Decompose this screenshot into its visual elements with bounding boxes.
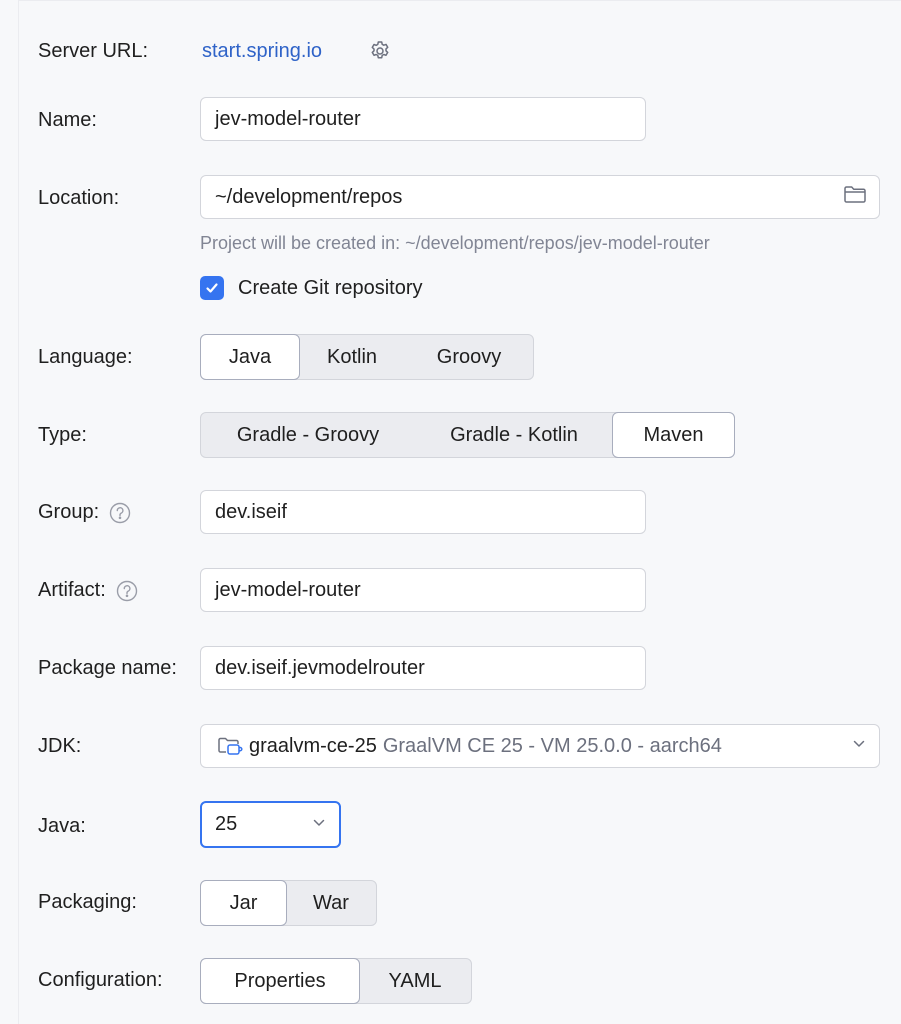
language-option-groovy[interactable]: Groovy [405,335,533,379]
packaging-segmented-control: Jar War [200,880,377,926]
group-label-row: Group: [38,500,131,524]
server-url-link[interactable]: start.spring.io [202,39,322,63]
configuration-label: Configuration: [38,969,163,991]
location-field[interactable]: ~/development/repos [200,175,880,219]
type-option-maven[interactable]: Maven [612,412,735,458]
jdk-name: graalvm-ce-25 [249,734,377,757]
language-option-kotlin[interactable]: Kotlin [299,335,405,379]
packaging-option-jar[interactable]: Jar [200,880,287,926]
packaging-label: Packaging: [38,891,137,913]
group-label: Group: [38,501,100,523]
help-icon[interactable] [116,580,137,602]
type-option-gradle-groovy[interactable]: Gradle - Groovy [201,413,415,457]
location-label: Location: [38,187,120,209]
checkmark-icon [206,283,218,293]
chevron-down-icon [851,735,867,758]
artifact-label: Artifact: [38,579,106,601]
group-value: dev.iseif [215,500,287,523]
package-name-field[interactable]: dev.iseif.jevmodelrouter [200,646,646,690]
type-option-gradle-kotlin[interactable]: Gradle - Kotlin [415,413,613,457]
language-option-java[interactable]: Java [200,334,300,380]
name-field[interactable]: jev-model-router [200,97,646,141]
jdk-folder-icon [217,735,243,757]
folder-icon[interactable] [843,184,867,210]
java-label: Java: [38,815,86,837]
jdk-dropdown[interactable]: graalvm-ce-25 GraalVM CE 25 - VM 25.0.0 … [200,724,880,768]
location-hint: Project will be created in: ~/developmen… [200,233,710,253]
java-version-value: 25 [215,813,238,835]
packaging-option-war[interactable]: War [286,881,376,925]
window-frame-left [0,0,19,1024]
configuration-option-properties[interactable]: Properties [200,958,360,1004]
chevron-down-icon [311,813,327,836]
java-version-dropdown[interactable]: 25 [200,801,341,848]
create-git-label: Create Git repository [238,276,423,299]
window-frame-top [18,0,901,1]
configuration-option-yaml[interactable]: YAML [359,959,471,1003]
configuration-segmented-control: Properties YAML [200,958,472,1004]
package-name-label: Package name: [38,657,177,679]
artifact-field[interactable]: jev-model-router [200,568,646,612]
language-segmented-control: Java Kotlin Groovy [200,334,534,380]
gear-icon[interactable] [368,39,392,63]
type-label: Type: [38,424,87,446]
package-name-value: dev.iseif.jevmodelrouter [215,656,425,679]
jdk-description: GraalVM CE 25 - VM 25.0.0 - aarch64 [382,734,722,757]
artifact-label-row: Artifact: [38,578,137,602]
location-value: ~/development/repos [215,185,403,208]
help-icon[interactable] [109,502,131,524]
artifact-value: jev-model-router [215,578,361,601]
server-url-label: Server URL: [38,40,149,62]
jdk-label: JDK: [38,735,82,757]
group-field[interactable]: dev.iseif [200,490,646,534]
create-git-checkbox[interactable] [200,276,224,300]
language-label: Language: [38,346,133,368]
type-segmented-control: Gradle - Groovy Gradle - Kotlin Maven [200,412,735,458]
create-git-checkbox-row[interactable]: Create Git repository [200,276,423,300]
name-label: Name: [38,109,97,131]
name-value: jev-model-router [215,107,361,130]
